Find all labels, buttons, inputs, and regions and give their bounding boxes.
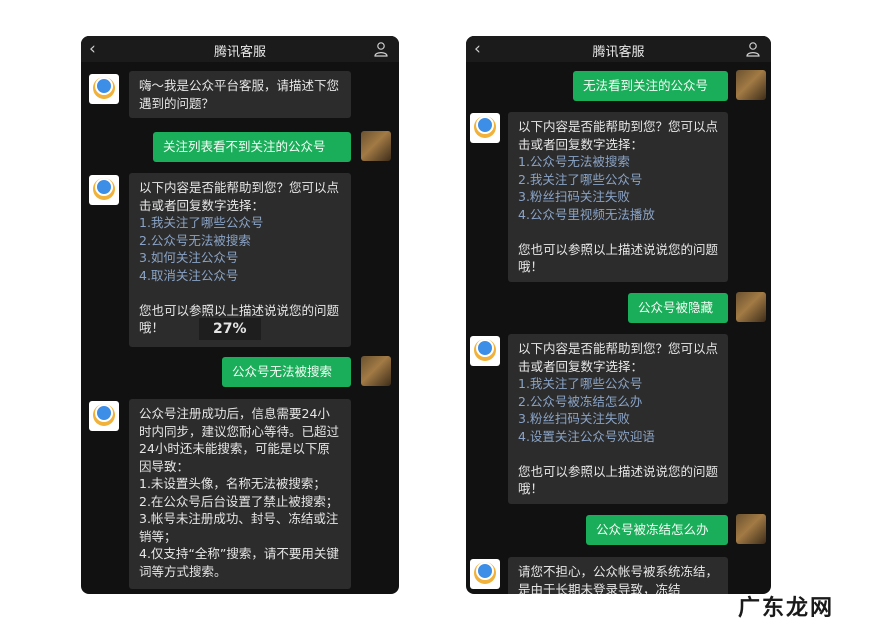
user-avatar bbox=[361, 356, 391, 386]
message-bubble: 无法看到关注的公众号 bbox=[573, 71, 728, 101]
option-link[interactable]: 1.公众号无法被搜索 bbox=[518, 154, 630, 169]
message-bubble: 关注列表看不到关注的公众号 bbox=[153, 132, 351, 162]
service-bot-avatar bbox=[89, 175, 119, 205]
option-link[interactable]: 1.我关注了哪些公众号 bbox=[139, 215, 263, 230]
message-bubble: 公众号注册成功后，信息需要24小时内同步，建议您耐心等待。已超过24小时还未能搜… bbox=[129, 399, 351, 589]
message-intro: 以下内容是否能帮助到您？您可以点击或者回复数字选择： bbox=[518, 341, 719, 374]
message-feed[interactable]: 嗨～我是公众平台客服，请描述下您遇到的问题？ 关注列表看不到关注的公众号 以下内… bbox=[81, 66, 399, 594]
chat-title: 腾讯客服 bbox=[213, 45, 266, 60]
message-bubble: 公众号被隐藏 bbox=[628, 293, 728, 323]
person-icon[interactable] bbox=[373, 41, 389, 57]
option-link[interactable]: 4.取消关注公众号 bbox=[139, 268, 238, 283]
user-avatar bbox=[361, 131, 391, 161]
message-intro: 以下内容是否能帮助到您？您可以点击或者回复数字选择： bbox=[139, 180, 340, 213]
message-bubble: 公众号被冻结怎么办 bbox=[586, 515, 728, 545]
message-bubble: 嗨～我是公众平台客服，请描述下您遇到的问题？ bbox=[129, 71, 351, 118]
message-outro: 您也可以参照以上描述说说您的问题哦！ bbox=[518, 463, 719, 497]
service-bot-avatar bbox=[470, 336, 500, 366]
message-bubble: 以下内容是否能帮助到您？您可以点击或者回复数字选择： 1.公众号无法被搜索 2.… bbox=[508, 112, 728, 282]
message-bubble: 请您不担心，公众帐号被系统冻结，是由于长期未登录导致，冻结 bbox=[508, 557, 728, 594]
service-bot-avatar bbox=[470, 113, 500, 143]
service-bot-avatar bbox=[89, 74, 119, 104]
header-bar: ‹ 腾讯客服 bbox=[466, 36, 771, 62]
message-outro: 您也可以参照以上描述说说您的问题哦！ bbox=[518, 241, 719, 275]
person-icon[interactable] bbox=[745, 41, 761, 57]
option-link[interactable]: 2.公众号无法被搜索 bbox=[139, 233, 251, 248]
message-feed[interactable]: 无法看到关注的公众号 以下内容是否能帮助到您？您可以点击或者回复数字选择： 1.… bbox=[466, 66, 771, 594]
user-avatar bbox=[736, 292, 766, 322]
option-link[interactable]: 2.公众号被冻结怎么办 bbox=[518, 394, 642, 409]
message-bubble: 公众号无法被搜索 bbox=[222, 357, 351, 387]
option-link[interactable]: 4.设置关注公众号欢迎语 bbox=[518, 429, 655, 444]
option-link[interactable]: 4.公众号里视频无法播放 bbox=[518, 207, 655, 222]
header-bar: ‹ 腾讯客服 bbox=[81, 36, 399, 62]
option-link[interactable]: 3.如何关注公众号 bbox=[139, 250, 238, 265]
chat-title: 腾讯客服 bbox=[592, 45, 645, 60]
message-intro: 以下内容是否能帮助到您？您可以点击或者回复数字选择： bbox=[518, 119, 719, 152]
option-link[interactable]: 1.我关注了哪些公众号 bbox=[518, 376, 642, 391]
message-bubble: 以下内容是否能帮助到您？您可以点击或者回复数字选择： 1.我关注了哪些公众号 2… bbox=[508, 334, 728, 504]
watermark-logo: 广东龙网 bbox=[738, 595, 835, 621]
option-link[interactable]: 2.我关注了哪些公众号 bbox=[518, 172, 642, 187]
option-link[interactable]: 3.粉丝扫码关注失败 bbox=[518, 411, 630, 426]
service-bot-avatar bbox=[89, 401, 119, 431]
option-link[interactable]: 3.粉丝扫码关注失败 bbox=[518, 189, 630, 204]
user-avatar bbox=[736, 514, 766, 544]
chat-window-right: ‹ 腾讯客服 无法看到关注的公众号 以下内容是否能帮助到您？您可以点击或者回复数… bbox=[466, 36, 771, 594]
chat-window-left: ‹ 腾讯客服 嗨～我是公众平台客服，请描述下您遇到的问题？ 关注列表看不到关注的… bbox=[81, 36, 399, 594]
loading-progress: 27% bbox=[199, 318, 261, 340]
user-avatar bbox=[736, 70, 766, 100]
service-bot-avatar bbox=[470, 559, 500, 589]
